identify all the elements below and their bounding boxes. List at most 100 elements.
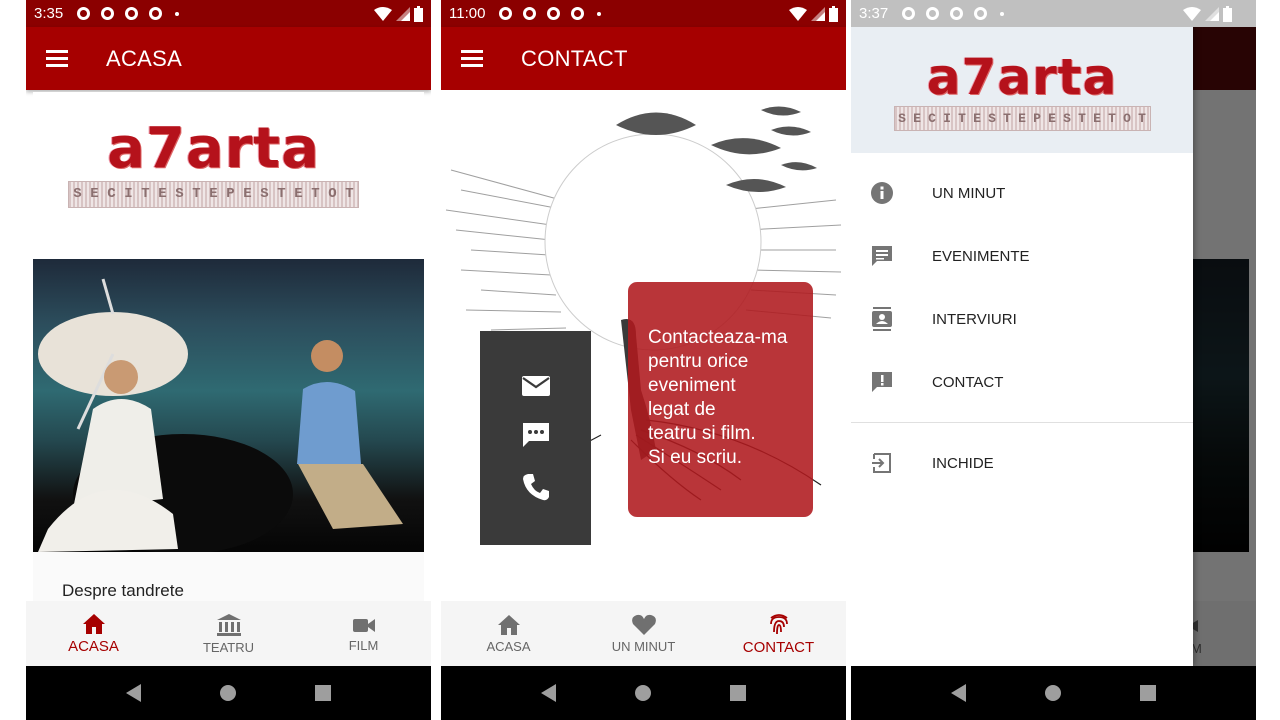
logo-tagline-letter: T (311, 185, 320, 202)
nav-contact[interactable]: CONTACT (711, 601, 846, 666)
info-icon (871, 182, 893, 204)
drawer-item-label: EVENIMENTE (932, 247, 1030, 265)
drawer-item-label: UN MINUT (932, 184, 1006, 202)
home-button[interactable] (219, 685, 236, 701)
home-icon (497, 614, 520, 635)
logo-tagline-letter: P (1033, 110, 1041, 126)
logo-tagline-letter: E (158, 185, 167, 202)
contact-text-line: pentru orice (648, 351, 749, 372)
brand-logo: a7arta SECITESTEPESTETOT (851, 27, 1193, 153)
logo-tagline-letter: S (260, 185, 269, 202)
chrome-notification-icon (950, 7, 964, 20)
home-button[interactable] (1044, 685, 1061, 701)
signal-icon (1205, 6, 1219, 21)
signal-icon (811, 6, 825, 21)
logo-tagline-letter: E (209, 185, 218, 202)
article-card[interactable]: Despre tandrete (33, 552, 424, 602)
logo-tagline-letter: T (141, 185, 150, 202)
nav-label: ACASA (486, 638, 531, 654)
recents-button[interactable] (730, 685, 747, 701)
logo-tagline-letter: T (192, 185, 201, 202)
more-notifications-dot (175, 11, 180, 16)
theatre-photo[interactable] (33, 259, 424, 552)
drawer-header: a7arta SECITESTEPESTETOT (851, 27, 1193, 153)
contact-text-line: eveniment (648, 375, 736, 396)
hamburger-menu-icon[interactable] (46, 46, 68, 71)
system-navigation-bar (26, 666, 431, 720)
wifi-icon (374, 6, 392, 21)
hamburger-menu-icon[interactable] (461, 46, 483, 71)
battery-icon (1223, 5, 1232, 22)
logo-tagline-letter: O (328, 185, 337, 202)
article-title: Despre tandrete (62, 581, 184, 600)
drawer-item-un-minut[interactable]: UN MINUT (851, 169, 1193, 217)
nav-label: CONTACT (742, 638, 815, 656)
logo-tagline-letter: E (973, 110, 981, 126)
navigation-drawer: 3:37 a7arta SECITESTEPESTETOT UN MINUT E… (851, 0, 1256, 666)
contact-text-line: teatru si film. (648, 423, 756, 444)
nav-un-minut[interactable]: UN MINUT (576, 601, 711, 666)
recents-button[interactable] (315, 685, 332, 701)
chrome-notification-icon (571, 7, 585, 20)
signal-icon (396, 6, 410, 21)
logo-tagline-letter: S (898, 110, 906, 126)
logo-tagline-letter: I (943, 110, 951, 126)
back-button[interactable] (540, 684, 556, 702)
logo-tagline-letter: E (294, 185, 303, 202)
drawer-item-inchide[interactable]: INCHIDE (851, 439, 1193, 487)
logo-tagline-letter: T (1108, 110, 1116, 126)
logo-tagline-letter: O (1123, 110, 1131, 126)
screen-drawer: M 3:37 a7arta SECITESTEPESTETOT (851, 0, 1256, 720)
back-button[interactable] (125, 684, 141, 702)
status-time: 11:00 (449, 5, 486, 22)
contact-text-line: Si eu scriu. (648, 447, 742, 468)
logo-tagline-letter: S (73, 185, 82, 202)
chrome-notification-icon (926, 7, 940, 20)
page-title: ACASA (106, 45, 183, 71)
message-icon[interactable] (521, 421, 551, 449)
drawer-item-label: CONTACT (932, 373, 1004, 391)
wifi-icon (789, 6, 807, 21)
home-button[interactable] (634, 685, 651, 701)
nav-teatru[interactable]: TEATRU (161, 601, 296, 666)
logo-tagline-letter: C (928, 110, 936, 126)
drawer-item-contact[interactable]: CONTACT (851, 358, 1193, 406)
logo-tagline-letter: E (1048, 110, 1056, 126)
nav-label: ACASA (68, 637, 119, 655)
logo-tagline-letter: E (913, 110, 921, 126)
recents-button[interactable] (1140, 685, 1157, 701)
more-notifications-dot (1000, 11, 1005, 16)
videocam-icon (352, 618, 375, 632)
app-bar: CONTACT (441, 27, 846, 90)
screen-acasa: 3:35 ACASA a7arta SECITESTEPESTETOT Desp… (26, 0, 431, 720)
chrome-notification-icon (149, 7, 163, 20)
nav-film[interactable]: FILM (296, 601, 431, 666)
exit-icon (872, 453, 891, 473)
logo-wordmark: a7arta (926, 47, 1118, 106)
app-bar: ACASA (26, 27, 431, 90)
contact-actions-panel (480, 331, 591, 545)
nav-acasa[interactable]: ACASA (26, 601, 161, 666)
feedback-icon (872, 372, 892, 392)
logo-wordmark: a7arta (107, 115, 320, 181)
mail-icon[interactable] (521, 374, 551, 398)
drawer-item-label: INTERVIURI (932, 310, 1017, 328)
logo-tagline-letter: E (243, 185, 252, 202)
page-title: CONTACT (521, 45, 628, 71)
back-button[interactable] (950, 684, 966, 702)
contact-text-line: legat de (648, 399, 716, 420)
logo-tagline-letter: P (226, 185, 235, 202)
drawer-item-evenimente[interactable]: EVENIMENTE (851, 232, 1193, 280)
contacts-icon (872, 307, 892, 331)
brand-logo: a7arta SECITESTEPESTETOT (33, 92, 424, 234)
home-icon (82, 613, 105, 634)
status-time: 3:37 (859, 5, 889, 22)
wifi-icon (1183, 6, 1201, 21)
drawer-item-interviuri[interactable]: INTERVIURI (851, 295, 1193, 343)
phone-icon[interactable] (521, 472, 551, 502)
nav-acasa[interactable]: ACASA (441, 601, 576, 666)
logo-tagline-letter: S (175, 185, 184, 202)
status-bar: 3:35 (26, 0, 431, 27)
logo-tagline-letter: T (958, 110, 966, 126)
screen-contact: 11:00 CONTACT Contacteaza-ma pentru oric… (441, 0, 846, 720)
